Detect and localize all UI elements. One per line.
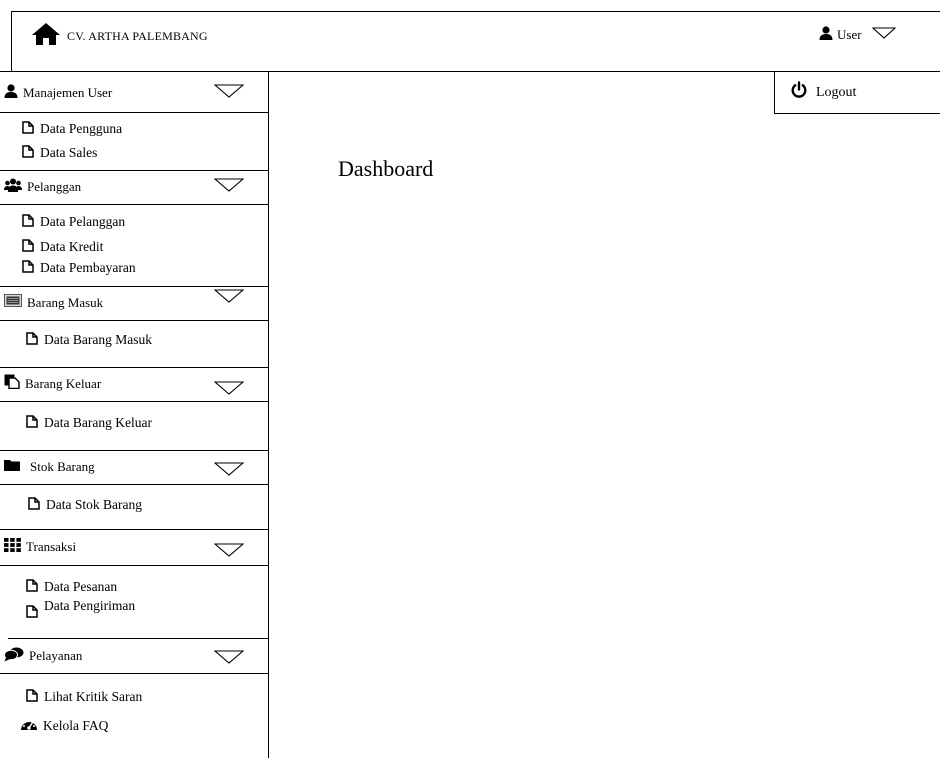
sidebar-item-data-barang-keluar[interactable]: Data Barang Keluar bbox=[26, 414, 152, 432]
item-label: Data Pelanggan bbox=[40, 214, 126, 229]
comments-icon bbox=[4, 646, 24, 667]
sidebar-right-border bbox=[268, 71, 269, 758]
chevron-down-icon bbox=[213, 462, 245, 481]
sidebar-item-lihat-kritik-saran[interactable]: Lihat Kritik Saran bbox=[26, 688, 142, 706]
divider bbox=[0, 320, 268, 321]
logout-label: Logout bbox=[816, 84, 857, 100]
power-icon bbox=[790, 81, 808, 104]
file-icon bbox=[22, 259, 34, 277]
item-label: Data Kredit bbox=[40, 239, 104, 254]
chevron-down-icon bbox=[213, 177, 245, 197]
section-label: Pelanggan bbox=[27, 179, 82, 194]
copy-icon bbox=[4, 374, 20, 394]
divider bbox=[0, 112, 268, 113]
divider bbox=[0, 565, 268, 566]
section-label: Manajemen User bbox=[23, 85, 113, 100]
item-label: Data Sales bbox=[40, 145, 98, 160]
section-label: Barang Masuk bbox=[27, 295, 104, 310]
folder-icon bbox=[4, 458, 20, 476]
users-icon bbox=[4, 178, 22, 197]
divider bbox=[0, 286, 268, 287]
item-label: Lihat Kritik Saran bbox=[44, 689, 143, 704]
frame-left-border bbox=[11, 11, 12, 71]
sidebar-item-data-pesanan[interactable]: Data Pesanan bbox=[26, 578, 117, 596]
user-icon bbox=[4, 83, 18, 103]
item-label: Data Pengiriman bbox=[44, 598, 136, 613]
sidebar-item-data-pengiriman[interactable]: Data Pengiriman bbox=[26, 598, 136, 618]
item-label: Data Pengguna bbox=[40, 121, 123, 136]
divider bbox=[0, 529, 268, 530]
item-label: Data Pembayaran bbox=[40, 260, 136, 275]
file-icon bbox=[22, 213, 34, 231]
item-label: Data Barang Masuk bbox=[44, 332, 152, 347]
sidebar-section-stok-barang[interactable]: Stok Barang bbox=[0, 452, 268, 482]
divider bbox=[0, 367, 268, 368]
section-label: Stok Barang bbox=[30, 459, 95, 474]
item-label: Data Stok Barang bbox=[46, 497, 142, 512]
divider bbox=[0, 401, 268, 402]
frame-top-border bbox=[11, 11, 940, 12]
divider bbox=[0, 484, 268, 485]
logout-menu-item[interactable]: Logout bbox=[774, 72, 940, 114]
file-icon bbox=[26, 578, 38, 596]
home-icon bbox=[31, 22, 61, 51]
file-icon bbox=[26, 688, 38, 706]
chevron-down-icon bbox=[213, 543, 245, 562]
sidebar-section-pelanggan[interactable]: Pelanggan bbox=[0, 172, 268, 202]
sidebar-section-transaksi[interactable]: Transaksi bbox=[0, 531, 268, 563]
item-label: Data Barang Keluar bbox=[44, 415, 152, 430]
file-icon bbox=[22, 120, 34, 138]
user-icon bbox=[819, 25, 833, 45]
sidebar-item-data-barang-masuk[interactable]: Data Barang Masuk bbox=[26, 331, 152, 349]
item-label: Kelola FAQ bbox=[43, 718, 109, 733]
chevron-down-icon bbox=[213, 289, 245, 308]
section-label: Pelayanan bbox=[29, 648, 83, 663]
divider bbox=[8, 638, 268, 639]
file-icon bbox=[26, 331, 38, 349]
file-icon bbox=[26, 414, 38, 432]
file-icon bbox=[22, 144, 34, 162]
sidebar-item-data-sales[interactable]: Data Sales bbox=[22, 144, 97, 162]
divider bbox=[0, 204, 268, 205]
page-title: Dashboard bbox=[338, 156, 434, 181]
sidebar-section-pelayanan[interactable]: Pelayanan bbox=[0, 641, 268, 671]
chevron-down-icon bbox=[213, 83, 245, 103]
dashboard-gauge-icon bbox=[20, 717, 38, 736]
section-label: Transaksi bbox=[26, 539, 77, 554]
chevron-down-icon bbox=[213, 650, 245, 669]
chevron-down-icon bbox=[213, 381, 245, 400]
sidebar-item-kelola-faq[interactable]: Kelola FAQ bbox=[20, 716, 108, 736]
grid-icon bbox=[4, 537, 21, 557]
file-icon bbox=[28, 496, 40, 514]
divider bbox=[0, 450, 268, 451]
sidebar-section-manajemen-user[interactable]: Manajemen User bbox=[0, 78, 268, 108]
user-menu[interactable]: User bbox=[819, 25, 896, 45]
sidebar-item-data-pelanggan[interactable]: Data Pelanggan bbox=[22, 213, 125, 231]
chevron-down-icon bbox=[871, 26, 896, 44]
section-label: Barang Keluar bbox=[25, 376, 102, 391]
divider bbox=[0, 170, 268, 171]
sidebar-item-data-pengguna[interactable]: Data Pengguna bbox=[22, 120, 122, 138]
sidebar-item-data-pembayaran[interactable]: Data Pembayaran bbox=[22, 259, 136, 277]
sidebar-item-data-stok-barang[interactable]: Data Stok Barang bbox=[28, 496, 142, 514]
brand-name: CV. ARTHA PALEMBANG bbox=[67, 28, 208, 43]
list-icon bbox=[4, 294, 22, 312]
file-icon bbox=[22, 238, 34, 256]
sidebar-section-barang-keluar[interactable]: Barang Keluar bbox=[0, 369, 268, 399]
sidebar-item-data-kredit[interactable]: Data Kredit bbox=[22, 238, 103, 256]
sidebar-section-barang-masuk[interactable]: Barang Masuk bbox=[0, 288, 268, 318]
brand[interactable]: CV. ARTHA PALEMBANG bbox=[31, 22, 208, 51]
divider bbox=[0, 673, 268, 674]
item-label: Data Pesanan bbox=[44, 579, 118, 594]
file-icon bbox=[26, 604, 38, 622]
user-label: User bbox=[837, 27, 862, 42]
